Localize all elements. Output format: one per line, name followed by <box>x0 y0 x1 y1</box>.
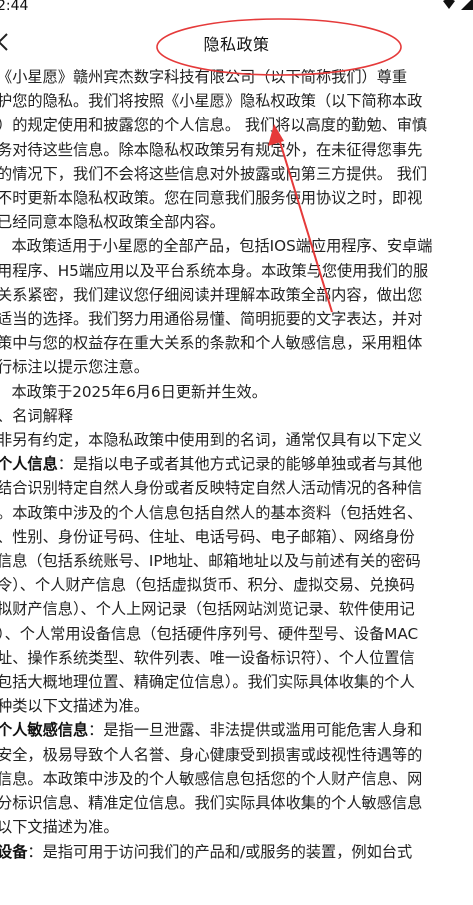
policy-text: ：是指一旦泄露、非法提供或滥用可能危害人身和 <box>88 721 423 740</box>
policy-line: 行标注以提示您注意。 <box>0 355 473 379</box>
policy-text: 本政策于2025年6月6日更新并生效。 <box>0 382 267 401</box>
policy-text: 信息。本政策中涉及的个人敏感信息包括您的个人财产信息、网 <box>0 769 423 788</box>
policy-text: 结合识别特定自然人身份或者反映特定自然人活动情况的各种信 <box>0 479 423 498</box>
policy-text: ：是指以电子或者其他方式记录的能够单独或者与其他 <box>57 455 423 474</box>
policy-line: 。本政策中涉及的个人信息包括自然人的基本资料（包括姓名、 <box>0 501 473 525</box>
policy-text: 关系紧密，我们建议您仔细阅读并理解本政策全部内容，做出您 <box>0 285 423 304</box>
policy-line: 务对待这些信息。除本隐私权政策另有规定外，在未征得您事先 <box>0 138 473 162</box>
policy-line: 不时更新本隐私权政策。您在同意我们服务使用协议之时，即视 <box>0 186 473 210</box>
policy-text: 址、操作系统类型、软件列表、唯一设备标识符）、个人位置信 <box>0 648 415 667</box>
policy-term: 个人敏感信息 <box>0 721 89 740</box>
policy-line: 设备：是指可用于访问我们的产品和/或服务的装置，例如台式 <box>0 840 473 864</box>
policy-text: 、性别、身份证号码、住址、电话号码、电子邮箱）、网络身份 <box>0 527 415 546</box>
policy-line: 已经同意本隐私权政策全部内容。 <box>0 210 473 234</box>
policy-line: ）的规定使用和披露您的个人信息。 我们将以高度的勤勉、审慎 <box>0 113 473 137</box>
status-icons <box>443 0 473 10</box>
top-app-bar: 隐私政策 <box>0 18 473 70</box>
policy-line: 信息（包括系统账号、IP地址、邮箱地址以及与前述有关的密码 <box>0 549 473 573</box>
policy-text: 的情况下，我们不会将这些信息对外披露或向第三方提供。 我们 <box>0 164 428 183</box>
policy-line: 结合识别特定自然人身份或者反映特定自然人活动情况的各种信 <box>0 476 473 500</box>
policy-line: 安全，极易导致个人名誉、身心健康受到损害或歧视性待遇等的 <box>0 743 473 767</box>
policy-text: 不时更新本隐私权政策。您在同意我们服务使用协议之时，即视 <box>0 189 423 208</box>
policy-line: 拟财产信息）、个人上网记录（包括网站浏览记录、软件使用记 <box>0 597 473 621</box>
status-time: 2:44 <box>0 0 29 14</box>
policy-text: 用程序、H5端应用以及平台系统本身。本政策与您使用我们的服 <box>0 261 429 280</box>
policy-line: 适当的选择。我们努力用通俗易懂、简明扼要的文字表达，并对 <box>0 307 473 331</box>
page-title: 隐私政策 <box>203 35 270 54</box>
screen: 2:44 隐私政策 《小星愿》赣州宾杰数字科技有限公司（以下简称我们）尊重 护您的… <box>0 0 473 905</box>
policy-line: 分标识信息、精准定位信息。我们实际具体收集的个人敏感信息 <box>0 791 473 815</box>
policy-term: 个人信息 <box>0 455 58 474</box>
policy-text: 。本政策中涉及的个人信息包括自然人的基本资料（包括姓名、 <box>0 503 423 522</box>
policy-line: 址、操作系统类型、软件列表、唯一设备标识符）、个人位置信 <box>0 646 473 670</box>
policy-text: 务对待这些信息。除本隐私权政策另有规定外，在未征得您事先 <box>0 140 423 159</box>
policy-text: 行标注以提示您注意。 <box>0 358 149 377</box>
policy-line: 的情况下，我们不会将这些信息对外披露或向第三方提供。 我们 <box>0 162 473 186</box>
policy-line: 个人敏感信息：是指一旦泄露、非法提供或滥用可能危害人身和 <box>0 718 473 742</box>
policy-line: 本政策于2025年6月6日更新并生效。 <box>0 380 473 404</box>
policy-line: 、性别、身份证号码、住址、电话号码、电子邮箱）、网络身份 <box>0 525 473 549</box>
policy-line: 包括大概地理位置、精确定位信息）。我们实际具体收集的个人 <box>0 670 473 694</box>
policy-line: 令）、个人财产信息（包括虚拟货币、积分、虚拟交易、兑换码 <box>0 573 473 597</box>
policy-text: 《小星愿》赣州宾杰数字科技有限公司（以下简称我们）尊重 <box>0 68 408 86</box>
privacy-policy-content: 《小星愿》赣州宾杰数字科技有限公司（以下简称我们）尊重 护您的隐私。我们将按照《小… <box>0 65 473 864</box>
policy-line: 策中与您的权益存在重大关系的条款和个人敏感信息，采用粗体 <box>0 331 473 355</box>
wifi-icon <box>443 0 455 9</box>
policy-text: ）的规定使用和披露您的个人信息。 我们将以高度的勤勉、审慎 <box>0 116 428 135</box>
policy-text: 信息（包括系统账号、IP地址、邮箱地址以及与前述有关的密码 <box>0 552 421 571</box>
policy-line: 《小星愿》赣州宾杰数字科技有限公司（以下简称我们）尊重 <box>0 65 473 89</box>
policy-line: 、名词解释 <box>0 404 473 428</box>
policy-text: 适当的选择。我们努力用通俗易懂、简明扼要的文字表达，并对 <box>0 310 423 329</box>
policy-text: 本政策适用于小星愿的全部产品，包括IOS端应用程序、安卓端 <box>0 237 433 256</box>
status-bar: 2:44 <box>0 0 473 18</box>
policy-line: 种类以下文描述为准。 <box>0 694 473 718</box>
policy-text: 护您的隐私。我们将按照《小星愿》隐私权政策（以下简称本政 <box>0 92 423 111</box>
policy-text: 包括大概地理位置、精确定位信息）。我们实际具体收集的个人 <box>0 673 415 692</box>
policy-text: 、名词解释 <box>0 406 73 425</box>
policy-text: 令）、个人财产信息（包括虚拟货币、积分、虚拟交易、兑换码 <box>0 576 415 595</box>
policy-text: ：是指可用于访问我们的产品和/或服务的装置，例如台式 <box>27 842 413 861</box>
policy-line: 以下文描述为准。 <box>0 815 473 839</box>
policy-text: ）、个人常用设备信息（包括硬件序列号、硬件型号、设备MAC <box>0 624 419 643</box>
policy-text: 以下文描述为准。 <box>0 818 119 837</box>
policy-line: 个人信息：是指以电子或者其他方式记录的能够单独或者与其他 <box>0 452 473 476</box>
signal-icon <box>461 0 473 10</box>
policy-line: ）、个人常用设备信息（包括硬件序列号、硬件型号、设备MAC <box>0 622 473 646</box>
policy-line: 本政策适用于小星愿的全部产品，包括IOS端应用程序、安卓端 <box>0 234 473 258</box>
policy-line: 用程序、H5端应用以及平台系统本身。本政策与您使用我们的服 <box>0 259 473 283</box>
policy-text: 分标识信息、精准定位信息。我们实际具体收集的个人敏感信息 <box>0 794 423 813</box>
policy-term: 设备 <box>0 842 28 861</box>
policy-line: 关系紧密，我们建议您仔细阅读并理解本政策全部内容，做出您 <box>0 283 473 307</box>
policy-line: 信息。本政策中涉及的个人敏感信息包括您的个人财产信息、网 <box>0 767 473 791</box>
policy-line: 非另有约定，本隐私政策中使用到的名词，通常仅具有以下定义 <box>0 428 473 452</box>
policy-text: 种类以下文描述为准。 <box>0 697 149 716</box>
policy-text: 拟财产信息）、个人上网记录（包括网站浏览记录、软件使用记 <box>0 600 415 619</box>
policy-text: 非另有约定，本隐私政策中使用到的名词，通常仅具有以下定义 <box>0 431 423 450</box>
policy-text: 策中与您的权益存在重大关系的条款和个人敏感信息，采用粗体 <box>0 334 423 353</box>
policy-text: 已经同意本隐私权政策全部内容。 <box>0 213 225 232</box>
policy-line: 护您的隐私。我们将按照《小星愿》隐私权政策（以下简称本政 <box>0 89 473 113</box>
policy-text: 安全，极易导致个人名誉、身心健康受到损害或歧视性待遇等的 <box>0 745 423 764</box>
